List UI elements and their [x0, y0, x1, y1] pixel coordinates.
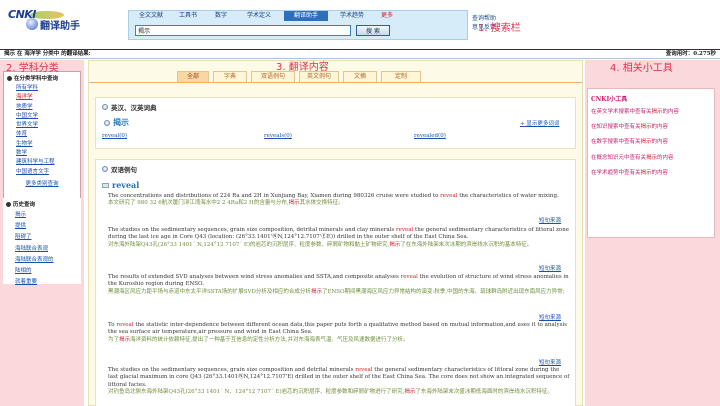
category-list: 所有学科 海洋学 地质学 中国文学 世界文学 体育 生物学 数学 建筑科学与工程…	[4, 84, 80, 177]
bullet-icon	[6, 201, 11, 207]
section-bullet-icon	[102, 166, 108, 172]
dict-entry[interactable]: reveal(0)	[102, 133, 127, 139]
example-chinese: 为了揭示海洋资料的统计依赖特征,提出了一种基于互信息的定性分析方法,并对东海海表…	[108, 336, 409, 343]
annotation-translation: 3. 翻译内容	[276, 62, 329, 73]
history-item[interactable]: 海陆联合表观	[3, 244, 81, 255]
cnki-logo[interactable]: CNKI 翻译助手	[8, 8, 100, 32]
logo-app-name: 翻译助手	[40, 21, 80, 32]
example-item: To reveal the statistic inter-dependence…	[108, 322, 570, 344]
category-item[interactable]: 中国文学	[4, 112, 80, 121]
annotation-categories: 2. 学科分类	[6, 63, 59, 74]
dict-entry[interactable]: reveals(0)	[264, 133, 292, 139]
dictionary-word: 揭示	[104, 117, 129, 128]
example-item: The studies on the sedimentary sequences…	[108, 367, 570, 396]
word-bullet-icon	[104, 119, 110, 126]
show-more-words-link[interactable]: + 显示更多词词	[520, 119, 559, 127]
search-panel: 全文文献 工具书 数字 学术定义 翻译助手 学术趋势 更多 搜 索	[128, 10, 468, 40]
history-item[interactable]: 阻碍了	[3, 232, 81, 243]
plus-icon: +	[520, 121, 525, 127]
annotation-search-bar: 1. 搜索栏	[478, 23, 521, 34]
tool-link[interactable]: 在概念知识元中查有关揭示的内容	[588, 151, 714, 166]
example-chinese: 黑潮海区风应力距平场与赤道中东太平洋SSTA场的扩展SVD分析及相应的合成分析揭…	[108, 288, 565, 295]
tab-reference[interactable]: 工具书	[171, 11, 205, 21]
example-chinese: 对钓鱼岛北侧东海外陆架Q43孔(26°33 1401´ N、124°12 710…	[108, 388, 553, 395]
source-link[interactable]: 短句来源	[539, 264, 561, 272]
right-sidebar: CNKI小工具 在英文学术搜索中查有关揭示的内容 在知识搜索中查有关揭示的内容 …	[585, 60, 720, 406]
category-item[interactable]: 世界文学	[4, 121, 80, 130]
search-input[interactable]	[135, 25, 351, 36]
tab-divider	[89, 82, 582, 83]
tools-panel: CNKI小工具 在英文学术搜索中查有关揭示的内容 在知识搜索中查有关揭示的内容 …	[587, 88, 715, 238]
result-info-bar: 揭示 在 海洋学 分类中 的翻译结果: 查询用时：0.275秒	[0, 49, 720, 59]
history-item[interactable]: 陆相的	[3, 266, 81, 277]
tool-link[interactable]: 在学术趋势中查有关揭示的内容	[588, 166, 714, 181]
search-tabs: 全文文献 工具书 数字 学术定义 翻译助手 学术趋势 更多	[129, 11, 469, 21]
tools-title: CNKI小工具	[591, 96, 628, 103]
examples-title: 双语例句	[96, 160, 575, 174]
example-english: To reveal the statistic inter-dependence…	[108, 322, 567, 336]
examples-panel: 双语例句 reveal The concentrations and distr…	[95, 159, 576, 406]
category-item[interactable]: 地质学	[4, 103, 80, 112]
history-panel: 历史查询 揭示 提供 阻碍了 海陆联合表观 海陆联合表观的 陆相的 就着重要	[3, 198, 81, 285]
example-word: reveal	[102, 180, 139, 190]
example-chinese: 本文研究了 980 32 6航次厦门浔江湾海水中2 2 4Ra和2 H的含量与分…	[108, 200, 344, 207]
dictionary-panel: 英汉、汉英词典 揭示 + 显示更多词词 reveal(0) reveals(0)…	[95, 97, 576, 149]
collapse-icon[interactable]	[102, 182, 109, 188]
tab-fulltext[interactable]: 全文文献	[133, 11, 169, 21]
history-item[interactable]: 揭示	[3, 210, 81, 221]
tool-link[interactable]: 在数字搜索中查有关揭示的内容	[588, 135, 714, 150]
category-item[interactable]: 中国语言文字	[4, 168, 80, 177]
tool-link[interactable]: 在知识搜索中查有关揭示的内容	[588, 120, 714, 135]
section-bullet-icon	[102, 104, 108, 110]
result-summary: 揭示 在 海洋学 分类中 的翻译结果:	[4, 51, 91, 57]
bullet-icon	[7, 75, 12, 81]
category-item[interactable]: 建筑科学与工程	[4, 158, 80, 167]
annotation-tools: 4. 相关小工具	[610, 63, 673, 74]
source-link[interactable]: 短句来源	[539, 216, 561, 224]
globe-icon	[26, 18, 38, 30]
category-item[interactable]: 数学	[4, 149, 80, 158]
history-list: 揭示 提供 阻碍了 海陆联合表观 海陆联合表观的 陆相的 就着重要	[3, 210, 81, 288]
more-categories-link[interactable]: 更多类别查询	[4, 179, 80, 187]
tab-trends[interactable]: 学术趋势	[331, 11, 373, 21]
tab-definitions[interactable]: 学术定义	[237, 11, 281, 21]
query-time: 查询用时：0.275秒	[665, 51, 716, 57]
main-content: 全部 字典 双语例句 英文例句 文摘 定制 英汉、汉英词典 揭示 + 显示更多词…	[88, 60, 583, 406]
history-item[interactable]: 提供	[3, 221, 81, 232]
search-button[interactable]: 搜 索	[356, 25, 390, 36]
example-english: The studies on the sedimentary sequences…	[108, 227, 570, 241]
category-item[interactable]: 所有学科	[4, 84, 80, 93]
dictionary-title: 英汉、汉英词典	[96, 98, 575, 112]
example-english: The results of extended SVD analyses bet…	[108, 274, 569, 288]
source-link[interactable]: 短句来源	[539, 313, 561, 321]
left-sidebar: 在分类学科中查询 所有学科 海洋学 地质学 中国文学 世界文学 体育 生物学 数…	[0, 60, 84, 406]
example-english: The studies on the sedimentary sequences…	[108, 367, 570, 388]
example-chinese: 对东海外陆架Q43孔(26°33 1401´ N,124°12 7107´ E)…	[108, 241, 533, 248]
tab-translation[interactable]: 翻译助手	[284, 11, 328, 21]
history-item[interactable]: 海陆联合表观的	[3, 255, 81, 266]
example-item: The concentrations and distributions of …	[108, 193, 570, 208]
example-item: The studies on the sedimentary sequences…	[108, 227, 570, 249]
dict-entry[interactable]: revealed(0)	[414, 133, 446, 139]
tab-more[interactable]: 更多	[375, 11, 399, 21]
source-link[interactable]: 短句来源	[539, 358, 561, 366]
history-title: 历史查询	[3, 198, 81, 210]
header: CNKI 翻译助手 全文文献 工具书 数字 学术定义 翻译助手 学术趋势 更多 …	[0, 0, 720, 50]
tool-link[interactable]: 在英文学术搜索中查有关揭示的内容	[588, 105, 714, 120]
example-item: The results of extended SVD analyses bet…	[108, 274, 570, 296]
category-item[interactable]: 生物学	[4, 140, 80, 149]
history-item[interactable]: 就着重要	[3, 277, 81, 288]
tab-numbers[interactable]: 数字	[207, 11, 235, 21]
category-item[interactable]: 体育	[4, 130, 80, 139]
category-item-selected[interactable]: 海洋学	[4, 93, 80, 102]
